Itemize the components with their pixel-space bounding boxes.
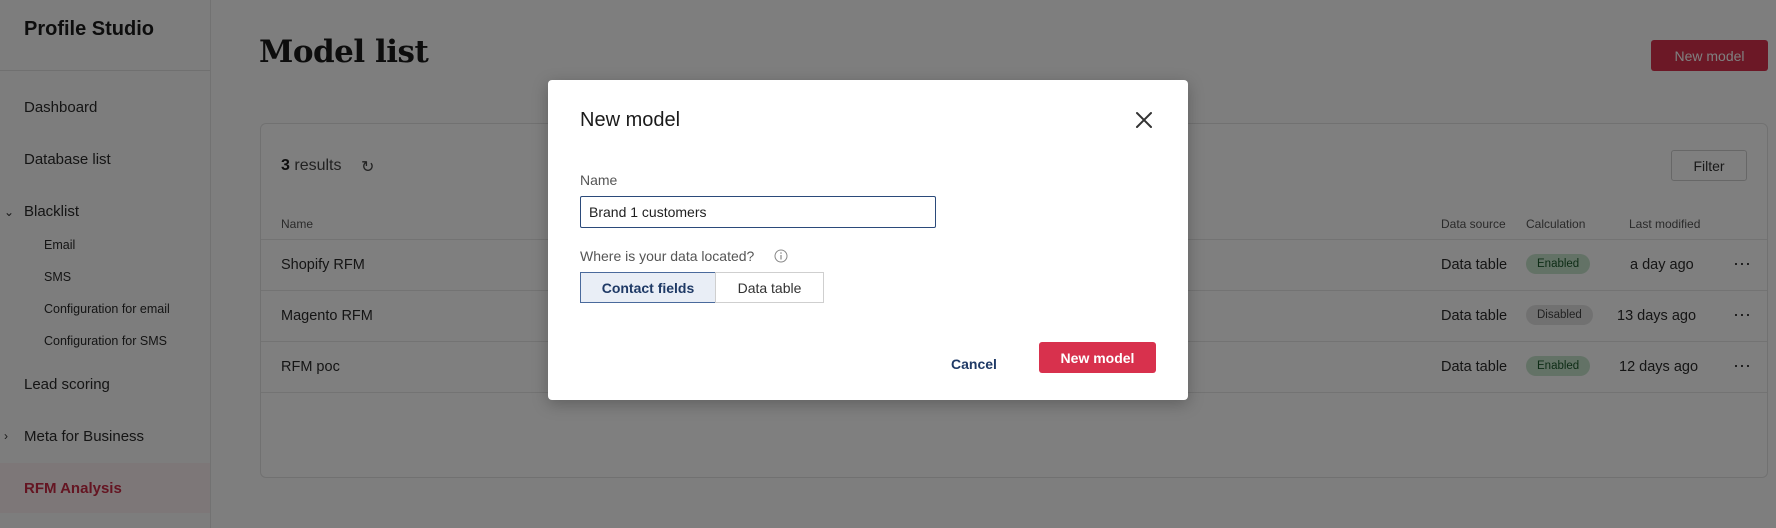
name-field[interactable]: [580, 196, 936, 228]
info-icon[interactable]: [774, 249, 788, 263]
submit-new-model-button[interactable]: New model: [1039, 342, 1156, 373]
option-data-table[interactable]: Data table: [715, 272, 824, 303]
data-location-toggle: Contact fields Data table: [580, 272, 824, 303]
data-location-label: Where is your data located?: [580, 248, 755, 264]
new-model-dialog: New model Name Where is your data locate…: [548, 80, 1188, 400]
close-icon[interactable]: [1132, 108, 1156, 132]
cancel-button[interactable]: Cancel: [934, 348, 1014, 379]
dialog-title: New model: [580, 109, 681, 131]
option-contact-fields[interactable]: Contact fields: [580, 272, 716, 303]
name-field-label: Name: [580, 172, 618, 188]
